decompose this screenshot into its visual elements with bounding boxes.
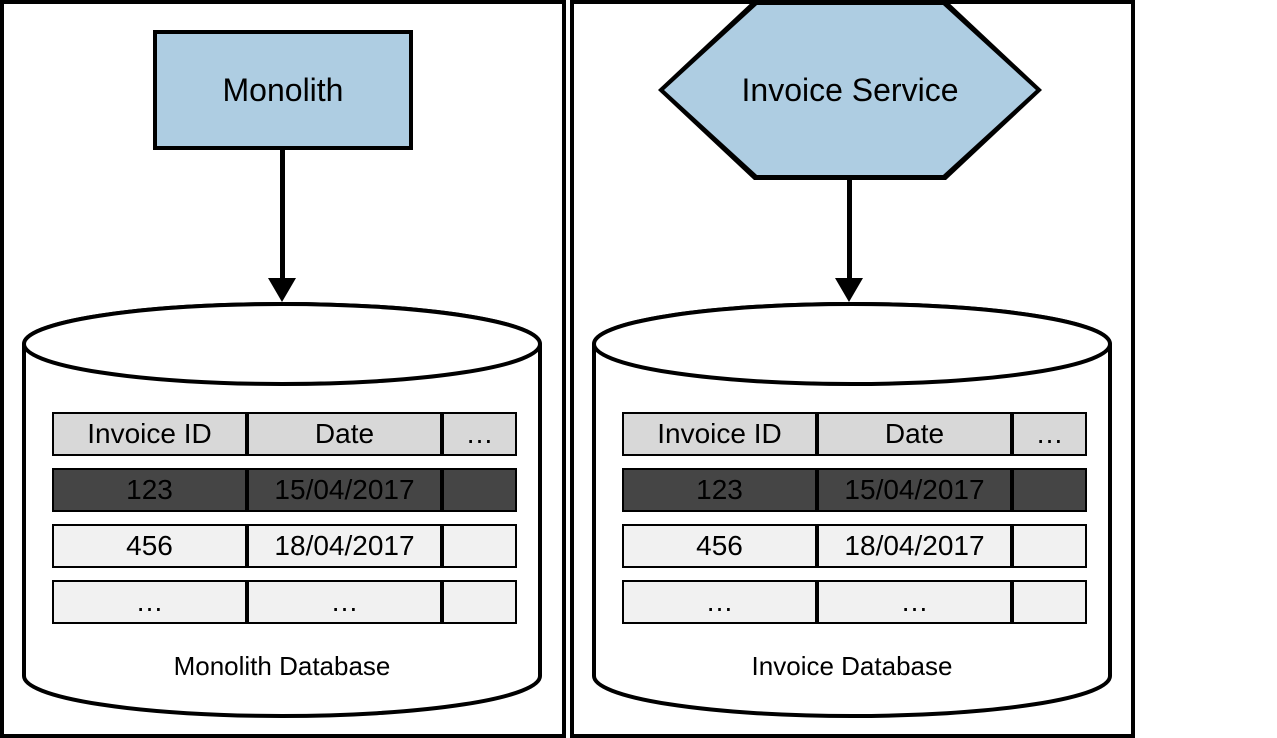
left-arrow-head: [268, 278, 296, 302]
table-row: … …: [52, 580, 517, 624]
cell-invoice-id: 456: [622, 524, 817, 568]
cell-date: …: [247, 580, 442, 624]
th-date: Date: [247, 412, 442, 456]
cell-date: …: [817, 580, 1012, 624]
cell-invoice-id: 123: [622, 468, 817, 512]
cell-date: 18/04/2017: [247, 524, 442, 568]
monolith-node: Monolith: [153, 30, 413, 150]
cell-invoice-id: …: [52, 580, 247, 624]
cell-date: 15/04/2017: [247, 468, 442, 512]
table-row: 456 18/04/2017: [52, 524, 517, 568]
right-db-label: Invoice Database: [590, 651, 1114, 682]
th-more: …: [1012, 412, 1087, 456]
th-more: …: [442, 412, 517, 456]
cell-invoice-id: 123: [52, 468, 247, 512]
right-arrow-line: [847, 178, 852, 280]
right-arrow-head: [835, 278, 863, 302]
table-row: 456 18/04/2017: [622, 524, 1087, 568]
cell-more: [442, 524, 517, 568]
cell-invoice-id: …: [622, 580, 817, 624]
table-header-row: Invoice ID Date …: [622, 412, 1087, 456]
cell-date: 15/04/2017: [817, 468, 1012, 512]
table-row: 123 15/04/2017: [52, 468, 517, 512]
table-header-row: Invoice ID Date …: [52, 412, 517, 456]
invoice-service-label: Invoice Service: [742, 72, 959, 109]
left-invoice-table: Invoice ID Date … 123 15/04/2017 456 18/…: [52, 400, 517, 636]
cell-more: [442, 580, 517, 624]
left-db-label: Monolith Database: [20, 651, 544, 682]
cell-more: [1012, 524, 1087, 568]
th-invoice-id: Invoice ID: [52, 412, 247, 456]
monolith-label: Monolith: [223, 72, 344, 109]
cell-invoice-id: 456: [52, 524, 247, 568]
table-row: … …: [622, 580, 1087, 624]
th-invoice-id: Invoice ID: [622, 412, 817, 456]
right-invoice-table: Invoice ID Date … 123 15/04/2017 456 18/…: [622, 400, 1087, 636]
th-date: Date: [817, 412, 1012, 456]
table-row: 123 15/04/2017: [622, 468, 1087, 512]
cell-more: [442, 468, 517, 512]
cell-date: 18/04/2017: [817, 524, 1012, 568]
cell-more: [1012, 468, 1087, 512]
left-arrow-line: [280, 150, 285, 280]
cell-more: [1012, 580, 1087, 624]
